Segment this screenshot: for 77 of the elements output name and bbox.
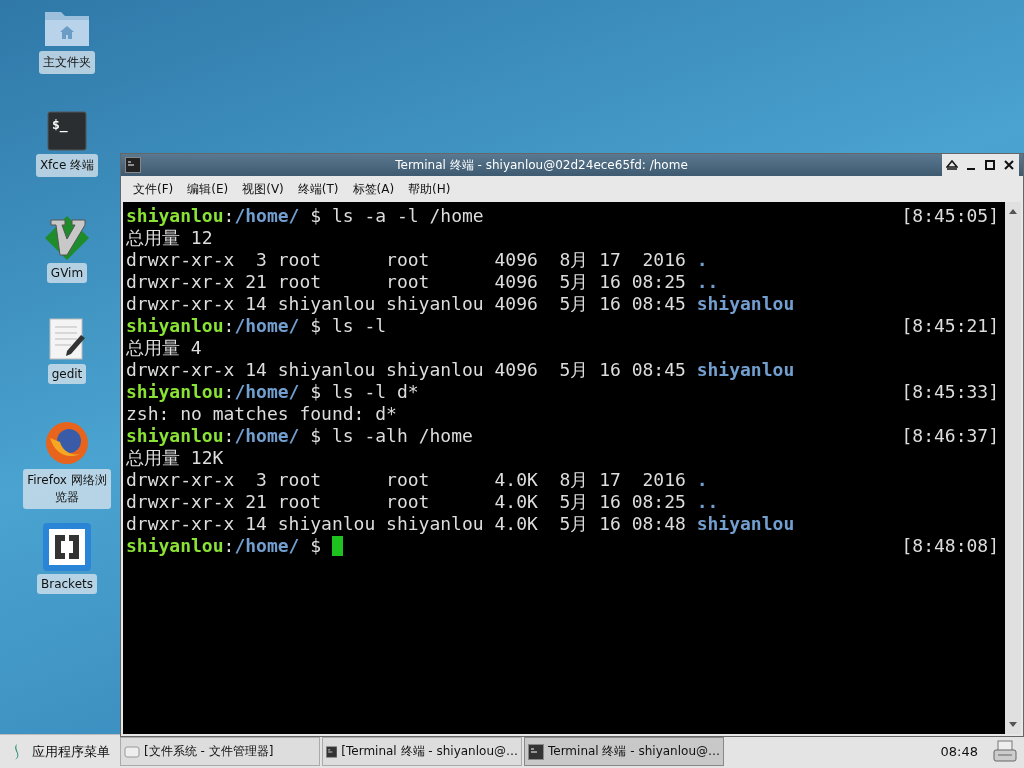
clock[interactable]: 08:48 [940,744,978,759]
maximize-icon[interactable] [984,159,996,171]
listing-line: drwxr-xr-x 14 shiyanlou shiyanlou 4.0K 5月 16 08:48 [126,513,687,534]
scrollbar[interactable] [1005,202,1021,734]
notepad-pencil-icon[interactable] [47,317,87,361]
vim-logo-icon[interactable] [43,214,91,260]
output-line: zsh: no matches found: d* [126,403,397,425]
prompt-user: shiyanlou [126,535,224,556]
taskbar-button[interactable]: Terminal 终端 - shiyanlou@… [524,737,724,766]
drive-icon [124,743,140,760]
desktop-icon-label[interactable]: Xfce 终端 [35,154,99,177]
listing-line: drwxr-xr-x 3 root root 4.0K 8月 17 2016 [126,469,687,490]
desktop-icon-label[interactable]: GVim [46,263,88,283]
prompt-path: /home/ [234,381,300,402]
timestamp: [8:45:05] [901,205,999,227]
shade-icon[interactable] [946,159,958,171]
close-icon[interactable] [1003,159,1015,171]
menu-item[interactable]: 标签(A) [352,180,395,198]
prompt-user: shiyanlou [126,381,224,402]
command-text: $ ls -l [310,315,387,336]
prompt-separator: : [223,425,235,446]
terminal-icon[interactable]: $_ [47,111,87,151]
prompt-path: /home/ [234,205,300,226]
applications-menu-button[interactable]: 应用程序菜单 [2,736,118,767]
printer-icon[interactable] [992,738,1018,765]
output-line: 总用量 12 [126,227,213,249]
taskbar-button[interactable]: [文件系统 - 文件管理器] [120,737,320,766]
directory-name: shiyanlou [696,293,795,314]
output-line: 总用量 12K [126,447,224,469]
directory-name: . [696,249,708,270]
listing-line: drwxr-xr-x 14 shiyanlou shiyanlou 4096 5月 16 08:45 [126,293,687,314]
timestamp: [8:45:33] [901,381,999,403]
command-text: $ ls -a -l /home [310,205,484,226]
desktop-icon-label[interactable]: 主文件夹 [39,51,95,74]
window-title: Terminal 终端 - shiyanlou@02d24ece65fd: /home [394,156,689,174]
command-text: $ [310,535,322,556]
prompt-separator: : [223,381,235,402]
prompt-user: shiyanlou [126,425,224,446]
menu-item[interactable]: 编辑(E) [187,180,229,198]
prompt-separator: : [223,315,235,336]
timestamp: [8:46:37] [901,425,999,447]
desktop-icon-label[interactable]: gedit [47,364,87,384]
desktop-icon-label[interactable]: Firefox 网络浏览器 [23,469,111,509]
prompt-user: shiyanlou [126,315,224,336]
terminal-icon [326,743,338,760]
prompt-path: /home/ [234,425,300,446]
terminal-icon [125,157,141,173]
directory-name: .. [696,271,719,292]
timestamp: [8:48:08] [901,535,999,557]
prompt-path: /home/ [234,315,300,336]
listing-line: drwxr-xr-x 14 shiyanlou shiyanlou 4096 5月 16 08:45 [126,359,687,380]
prompt-path: /home/ [234,535,300,556]
fox-globe-icon[interactable] [44,420,90,466]
timestamp: [8:45:21] [901,315,999,337]
output-line: 总用量 4 [126,337,202,359]
menu-item[interactable]: 视图(V) [242,180,284,198]
menu-item[interactable]: 帮助(H) [408,180,451,198]
brackets-logo-icon[interactable] [43,523,91,571]
prompt-separator: : [223,205,235,226]
command-text: $ ls -l d* [310,381,419,402]
desktop-icon-label[interactable]: Brackets [37,574,97,594]
command-text: $ ls -alh /home [310,425,473,446]
directory-name: shiyanlou [696,513,795,534]
directory-name: shiyanlou [696,359,795,380]
directory-name: . [696,469,708,490]
menu-item[interactable]: 终端(T) [297,180,339,198]
scroll-up-icon[interactable] [1009,208,1017,214]
taskbar-button[interactable]: [Terminal 终端 - shiyanlou@… [322,737,522,766]
scroll-down-icon[interactable] [1009,722,1017,728]
listing-line: drwxr-xr-x 21 root root 4096 5月 16 08:25 [126,271,687,292]
terminal-icon [528,743,544,760]
listing-line: drwxr-xr-x 3 root root 4096 8月 17 2016 [126,249,687,270]
menu-item[interactable]: 文件(F) [133,180,174,198]
listing-line: drwxr-xr-x 21 root root 4.0K 5月 16 08:25 [126,491,687,512]
directory-name: .. [696,491,719,512]
prompt-user: shiyanlou [126,205,224,226]
prompt-separator: : [223,535,235,556]
